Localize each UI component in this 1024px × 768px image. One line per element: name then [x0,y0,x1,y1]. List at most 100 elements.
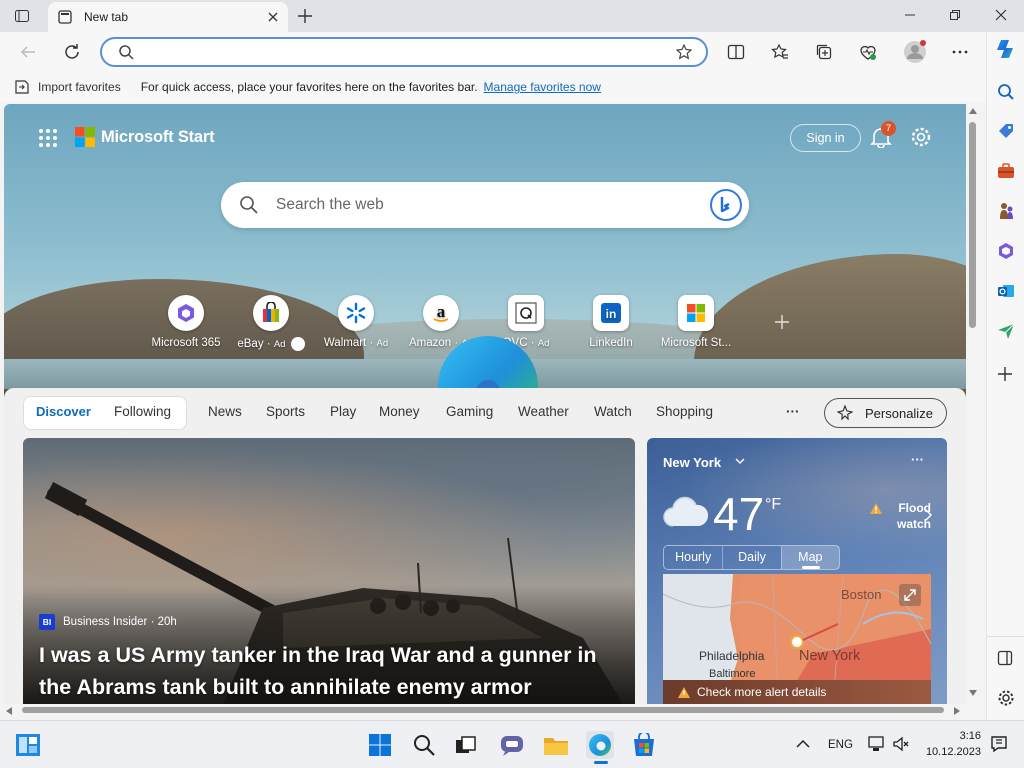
import-favorites-icon[interactable] [14,80,30,94]
edge-logo-icon [438,336,538,396]
quicklink-ebay[interactable]: eBay · Ad [230,295,312,351]
tab-sports[interactable]: Sports [266,404,305,419]
new-tab-button[interactable] [297,8,313,24]
scroll-right-arrow-icon[interactable] [954,707,960,715]
chevron-up-icon[interactable] [796,739,810,749]
add-quicklink-icon[interactable] [774,314,790,330]
quicklink-microsoft-365[interactable]: Microsoft 365 [145,295,227,349]
notification-center-icon[interactable] [990,735,1008,753]
tab-watch[interactable]: Watch [594,404,632,419]
weather-card[interactable]: New York ··· 47 °F Flood watch Hourly Da… [647,438,947,704]
widgets-icon[interactable] [14,731,42,759]
tools-icon[interactable] [997,162,1015,180]
quicklink-microsoft-store[interactable]: Microsoft St... [655,295,737,349]
flood-watch-alert[interactable]: Flood watch [883,500,931,532]
tab-shopping[interactable]: Shopping [656,404,713,419]
teams-chat-icon[interactable] [498,731,526,759]
quicklink-label: eBay [237,338,264,351]
article-headline[interactable]: I was a US Army tanker in the Iraq War a… [39,639,629,703]
chevron-down-icon[interactable] [735,458,745,466]
copilot-icon[interactable] [995,38,1017,60]
add-sidebar-app-icon[interactable] [997,366,1013,382]
search-icon[interactable] [997,83,1015,101]
quicklink-walmart[interactable]: Walmart · Ad [315,295,397,349]
network-icon[interactable] [868,735,886,753]
bing-chat-icon[interactable] [709,188,743,222]
favorite-star-icon[interactable] [676,44,692,60]
tab-news[interactable]: News [208,404,242,419]
clock-time[interactable]: 3:16 [941,730,981,742]
restore-button[interactable] [949,9,961,21]
ad-label: Ad [376,338,389,349]
import-favorites-link[interactable]: Import favorites [38,80,121,94]
tab-hourly[interactable]: Hourly [664,546,722,569]
weather-location[interactable]: New York [663,455,721,470]
tab-weather[interactable]: Weather [518,404,569,419]
brand-title[interactable]: Microsoft Start [101,128,215,147]
browser-essentials-icon[interactable] [859,43,877,61]
tab-following[interactable]: Following [114,404,171,419]
quicklink-label: LinkedIn [589,337,633,349]
volume-muted-icon[interactable] [892,735,910,753]
scroll-down-arrow-icon[interactable] [969,690,977,696]
microsoft-365-icon[interactable] [997,242,1015,260]
scroll-left-arrow-icon[interactable] [6,707,12,715]
web-search-box[interactable]: Search the web [221,182,749,228]
profile-avatar[interactable] [903,40,927,64]
refresh-button[interactable] [63,43,81,61]
shopping-tag-icon[interactable] [997,122,1015,140]
collections-icon[interactable] [815,43,833,61]
weather-map[interactable]: Boston Philadelphia New York Baltimore C… [663,574,931,704]
close-window-button[interactable] [995,9,1007,21]
tab-map[interactable]: Map [780,546,840,569]
clock-date[interactable]: 10.12.2023 [918,746,981,758]
tab-new-tab[interactable]: New tab [48,2,288,32]
manage-favorites-link[interactable]: Manage favorites now [484,80,601,94]
personalize-button[interactable]: Personalize [824,398,947,428]
input-language[interactable]: ENG [828,739,853,751]
tab-gaming[interactable]: Gaming [446,404,493,419]
tab-daily[interactable]: Daily [722,546,780,569]
tab-money[interactable]: Money [379,404,420,419]
tab-discover[interactable]: Discover [36,404,91,419]
file-explorer-icon[interactable] [542,731,570,759]
horizontal-scrollbar[interactable] [4,704,966,716]
outlook-icon[interactable] [997,282,1015,300]
start-windows-icon[interactable] [366,731,394,759]
tab-actions-icon[interactable] [14,8,30,24]
chevron-right-icon[interactable] [925,509,933,521]
horizontal-scroll-thumb[interactable] [22,707,944,713]
minimize-button[interactable] [904,9,916,21]
more-nav-button[interactable]: ··· [786,404,800,419]
vertical-scroll-thumb[interactable] [969,122,976,328]
alert-details-bar[interactable]: Check more alert details [663,680,931,704]
temperature: 47 [713,488,765,540]
quicklink-label: Microsoft St... [660,337,732,349]
hide-sidebar-icon[interactable] [997,650,1013,666]
new-tab-page-icon [58,10,72,24]
close-tab-icon[interactable] [268,12,278,22]
page-settings-gear-icon[interactable] [910,126,932,148]
back-button[interactable] [19,43,37,61]
app-launcher-icon[interactable] [38,128,58,148]
article-source[interactable]: Business Insider · 20h [63,616,177,628]
tab-play[interactable]: Play [330,404,356,419]
favorites-icon[interactable] [771,43,789,61]
expand-map-icon[interactable] [899,584,921,606]
microsoft-store-taskbar-icon[interactable] [630,731,658,759]
sign-in-button[interactable]: Sign in [790,124,861,152]
taskbar-search-icon[interactable] [410,731,438,759]
customize-sidebar-gear-icon[interactable] [997,689,1015,707]
quicklink-linkedin[interactable]: in LinkedIn [570,295,652,349]
task-view-icon[interactable] [452,731,480,759]
address-bar[interactable] [100,37,708,67]
scroll-up-arrow-icon[interactable] [969,108,977,114]
games-icon[interactable] [997,202,1015,220]
edge-taskbar-icon[interactable] [586,731,614,759]
weather-more-button[interactable]: ··· [911,452,924,467]
send-icon[interactable] [997,322,1015,340]
hero-news-card[interactable]: BI Business Insider · 20h I was a US Arm… [23,438,635,704]
settings-more-icon[interactable] [951,43,969,61]
vertical-scrollbar[interactable] [966,104,980,704]
split-screen-icon[interactable] [727,43,745,61]
